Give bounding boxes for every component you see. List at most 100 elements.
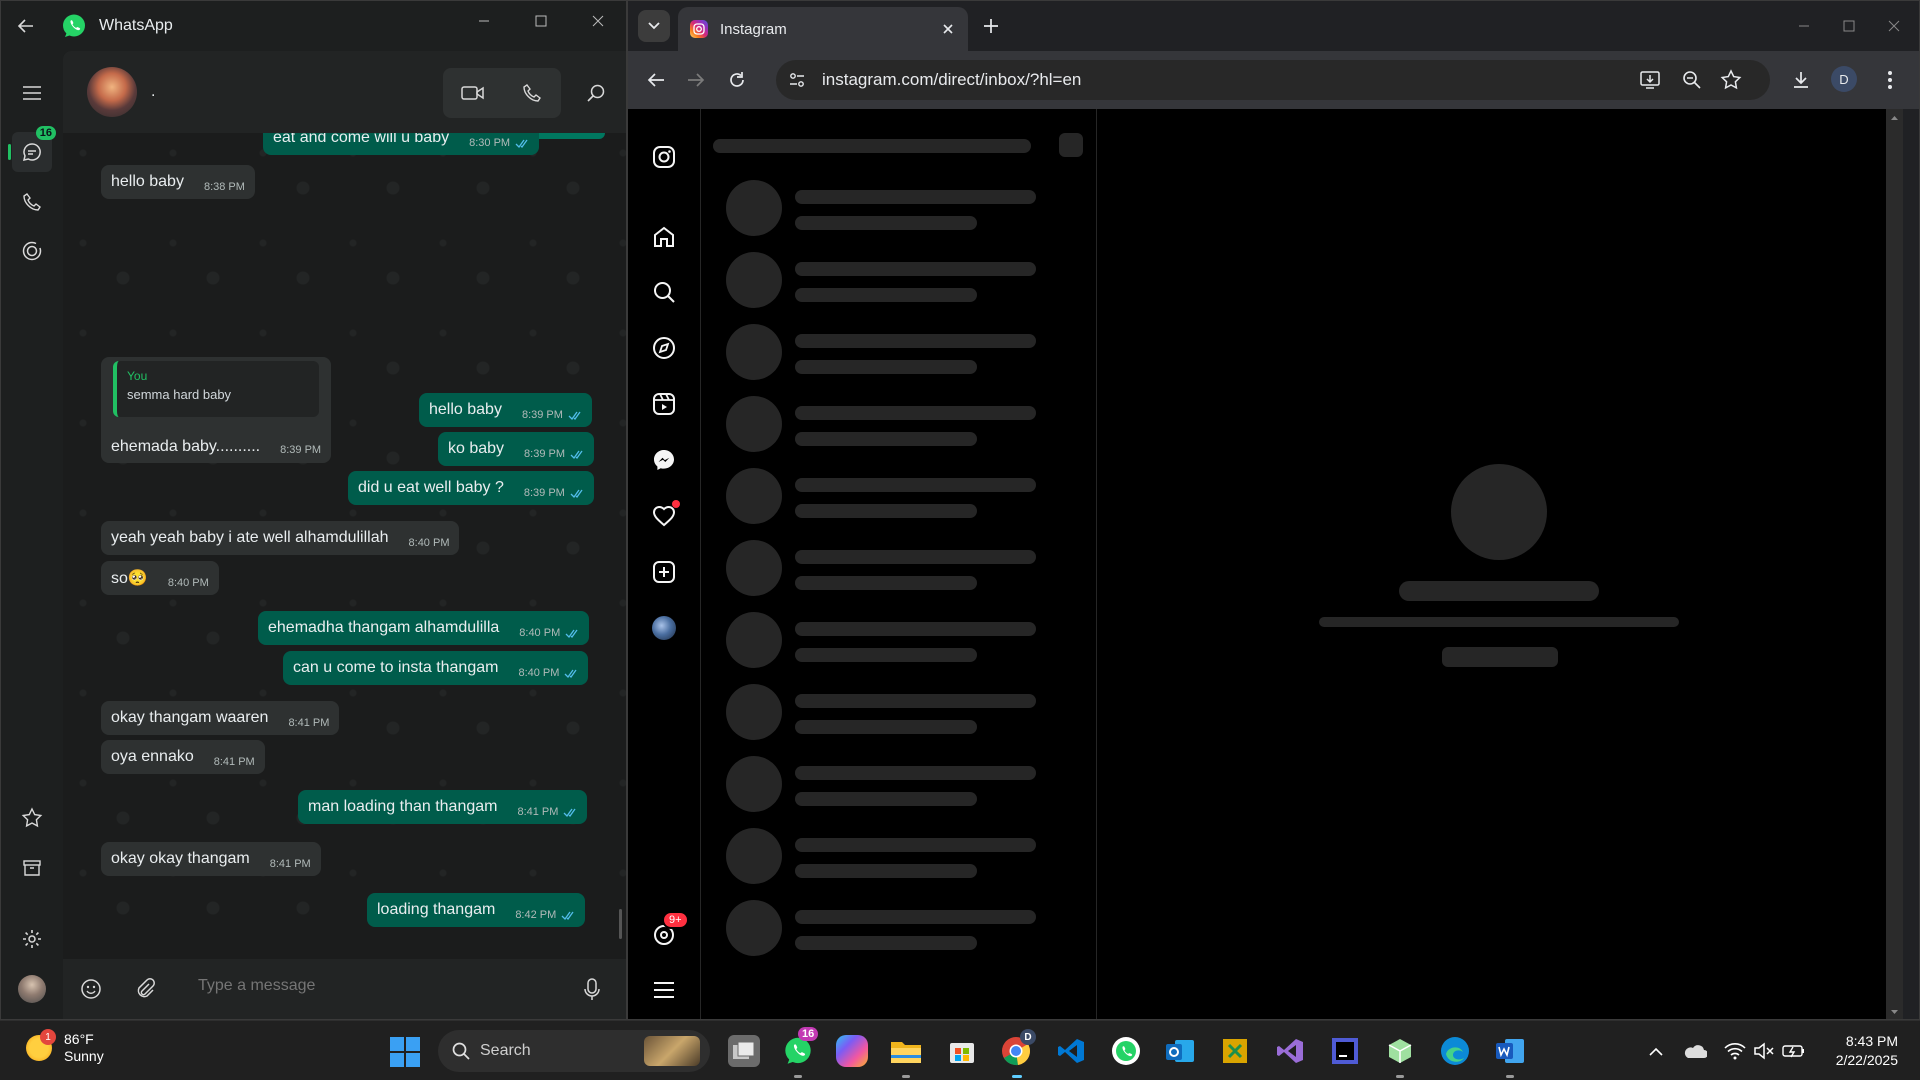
jetbrains-icon[interactable] — [1329, 1035, 1361, 1067]
more-menu-icon[interactable] — [1874, 64, 1906, 96]
outgoing-message[interactable]: ehemadha thangam alhamdulilla 8:40 PM — [258, 611, 590, 645]
message-time: 8:39 PM — [522, 409, 582, 421]
emoji-icon[interactable] — [80, 978, 102, 1000]
message-time: 8:39 PM — [524, 448, 584, 460]
taskbar-search[interactable]: Search — [438, 1030, 710, 1072]
install-app-icon[interactable] — [1640, 70, 1662, 90]
reels-icon[interactable] — [646, 386, 682, 422]
outgoing-message[interactable]: ko baby 8:39 PM — [438, 432, 595, 466]
outgoing-message[interactable]: loading thangam 8:42 PM — [367, 893, 586, 927]
snipping-tool-icon[interactable] — [1219, 1035, 1251, 1067]
incoming-message[interactable]: hello baby 8:38 PM — [101, 165, 255, 199]
close-icon[interactable] — [570, 1, 625, 41]
whatsapp-app-icon[interactable] — [1110, 1035, 1142, 1067]
profile-avatar[interactable] — [646, 610, 682, 646]
volume-muted-icon[interactable] — [1752, 1039, 1776, 1063]
maximize-icon[interactable] — [513, 1, 568, 41]
word-icon[interactable] — [1494, 1035, 1526, 1067]
instagram-logo-icon[interactable] — [646, 139, 682, 175]
running-indicator — [794, 1075, 802, 1078]
message-text: ehemada baby.......... — [111, 438, 261, 455]
profile-avatar[interactable]: D — [1831, 66, 1857, 92]
quoted-reply[interactable]: You semma hard baby — [113, 361, 319, 417]
url-field[interactable] — [822, 70, 1422, 90]
search-icon[interactable] — [646, 274, 682, 310]
wifi-icon[interactable] — [1723, 1039, 1747, 1063]
microphone-icon[interactable] — [583, 978, 601, 1002]
bookmark-star-icon[interactable] — [1720, 69, 1742, 91]
menu-icon[interactable] — [12, 73, 52, 113]
incoming-message[interactable]: oya ennako 8:41 PM — [101, 740, 265, 774]
weather-widget[interactable]: 1 86°F Sunny — [26, 1029, 104, 1065]
quote-author: You — [127, 369, 148, 383]
tab-close-icon[interactable] — [938, 19, 958, 39]
explore-compass-icon[interactable] — [646, 330, 682, 366]
battery-icon[interactable] — [1782, 1039, 1806, 1063]
starred-icon[interactable] — [12, 798, 52, 838]
onedrive-icon[interactable] — [1683, 1039, 1707, 1063]
back-arrow-icon[interactable] — [1, 1, 51, 51]
tab-search-chevron-icon[interactable] — [638, 10, 670, 42]
calls-icon[interactable] — [12, 182, 52, 222]
chats-icon[interactable]: 16 — [8, 126, 56, 172]
incoming-message[interactable]: okay okay thangam 8:41 PM — [101, 842, 321, 876]
copilot-icon[interactable] — [836, 1035, 868, 1067]
site-settings-icon[interactable] — [788, 71, 806, 89]
settings-icon[interactable] — [12, 919, 52, 959]
outgoing-message[interactable]: eat and come will u baby 8:30 PM — [263, 133, 540, 155]
new-tab-plus-icon[interactable] — [978, 13, 1004, 39]
tab-instagram[interactable]: Instagram — [678, 7, 968, 51]
outgoing-message[interactable]: did u eat well baby ? 8:39 PM — [348, 471, 594, 505]
video-call-icon[interactable] — [443, 68, 502, 118]
windows-start-icon[interactable] — [390, 1037, 420, 1067]
file-explorer-icon[interactable] — [890, 1035, 922, 1067]
zoom-icon[interactable] — [1682, 70, 1702, 90]
scrollbar[interactable] — [619, 909, 622, 939]
chat-header: . — [63, 51, 626, 133]
skeleton-bar — [1442, 647, 1558, 667]
skeleton-bar — [795, 216, 977, 230]
home-icon[interactable] — [646, 219, 682, 255]
system-clock[interactable]: 8:43 PM 2/22/2025 — [1836, 1032, 1898, 1070]
create-plus-icon[interactable] — [646, 554, 682, 590]
incoming-message[interactable]: yeah yeah baby i ate well alhamdulillah 8… — [101, 521, 460, 555]
outlook-icon[interactable] — [1164, 1035, 1196, 1067]
more-menu-icon[interactable] — [646, 972, 682, 1008]
scrollbar[interactable] — [1886, 109, 1903, 1019]
microsoft-store-icon[interactable] — [946, 1035, 978, 1067]
outgoing-message[interactable]: can u come to insta thangam 8:40 PM — [283, 651, 589, 685]
forward-icon[interactable] — [680, 64, 712, 96]
archive-icon[interactable] — [12, 848, 52, 888]
chrome-icon[interactable]: D — [1000, 1029, 1036, 1067]
minimize-icon[interactable] — [456, 1, 511, 41]
edge-icon[interactable] — [1439, 1035, 1471, 1067]
vscode-icon[interactable] — [1055, 1035, 1087, 1067]
voice-call-icon[interactable] — [502, 68, 561, 118]
back-icon[interactable] — [640, 64, 672, 96]
outgoing-message[interactable]: man loading than thangam 8:41 PM — [298, 790, 588, 824]
app-cube-icon[interactable] — [1384, 1035, 1416, 1067]
contact-name[interactable]: . — [151, 83, 155, 101]
close-icon[interactable] — [1866, 6, 1919, 46]
status-icon[interactable] — [12, 231, 52, 271]
chrome-window: Instagram instagram.com/direct/inbox/?hl… — [627, 0, 1920, 1020]
address-bar[interactable] — [776, 60, 1770, 100]
whatsapp-taskbar-icon[interactable]: 16 — [782, 1027, 819, 1067]
chevron-up-icon[interactable] — [1644, 1039, 1668, 1063]
search-icon[interactable] — [571, 68, 621, 118]
task-view-icon[interactable] — [728, 1035, 760, 1067]
messenger-icon[interactable] — [646, 442, 682, 478]
incoming-message[interactable]: so🥺 8:40 PM — [101, 561, 219, 595]
message-text: yeah yeah baby i ate well alhamdulillah — [111, 529, 389, 546]
reload-icon[interactable] — [721, 64, 753, 96]
message-input[interactable] — [198, 977, 498, 995]
threads-icon[interactable]: 9+ — [646, 911, 689, 953]
downloads-icon[interactable] — [1785, 64, 1817, 96]
outgoing-message[interactable]: hello baby 8:39 PM — [419, 393, 592, 427]
contact-avatar[interactable] — [87, 67, 137, 117]
incoming-message[interactable]: okay thangam waaren 8:41 PM — [101, 701, 340, 735]
notifications-heart-icon[interactable] — [646, 498, 682, 534]
visual-studio-icon[interactable] — [1274, 1035, 1306, 1067]
attach-icon[interactable] — [134, 978, 156, 1000]
profile-avatar[interactable] — [12, 969, 52, 1009]
